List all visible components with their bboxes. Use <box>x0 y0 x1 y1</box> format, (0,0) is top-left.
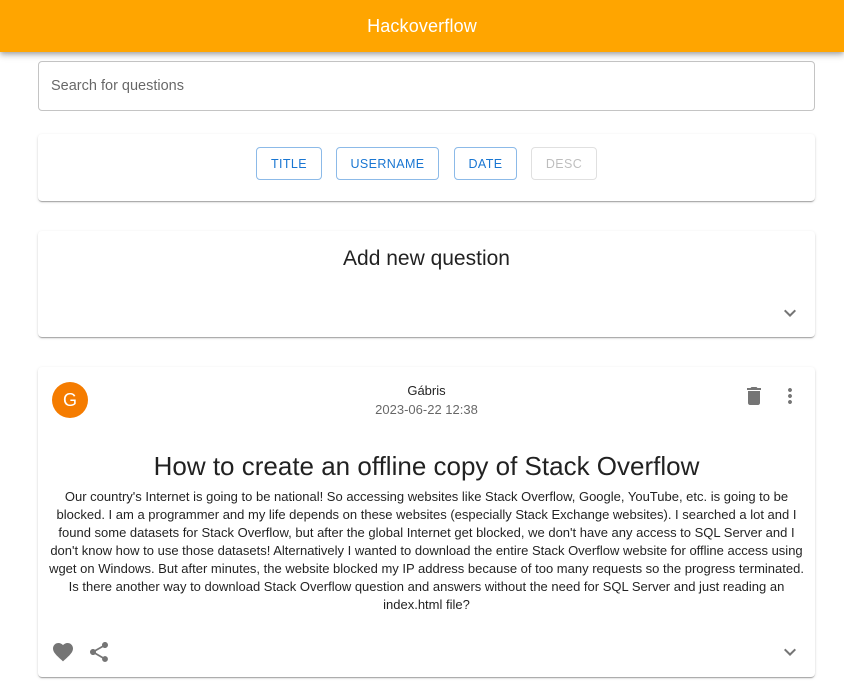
more-vert-icon[interactable] <box>778 384 802 408</box>
heart-icon[interactable] <box>51 640 75 664</box>
chevron-down-icon[interactable] <box>778 640 802 664</box>
app-title: Hackoverflow <box>367 15 477 36</box>
sort-date-button[interactable]: DATE <box>454 147 517 180</box>
question-card: G Gábris 2023-06-22 12:38 How to create … <box>38 367 815 677</box>
sort-username-button[interactable]: USERNAME <box>336 147 439 180</box>
chevron-down-icon[interactable] <box>778 301 802 325</box>
app-bar: Hackoverflow <box>0 0 844 52</box>
sort-card: TITLE USERNAME DATE DESC <box>38 134 815 201</box>
question-body: Our country's Internet is going to be na… <box>49 489 804 612</box>
share-icon[interactable] <box>87 640 111 664</box>
sort-desc-button[interactable]: DESC <box>531 147 597 180</box>
sort-title-button[interactable]: TITLE <box>256 147 322 180</box>
question-username: Gábris <box>407 383 446 398</box>
search-input[interactable] <box>39 62 814 110</box>
add-question-title: Add new question <box>343 247 510 270</box>
search-field[interactable] <box>38 61 815 111</box>
question-date: 2023-06-22 12:38 <box>375 402 478 417</box>
add-question-card[interactable]: Add new question <box>38 231 815 337</box>
delete-icon[interactable] <box>742 384 766 408</box>
question-title: How to create an offline copy of Stack O… <box>153 451 700 481</box>
